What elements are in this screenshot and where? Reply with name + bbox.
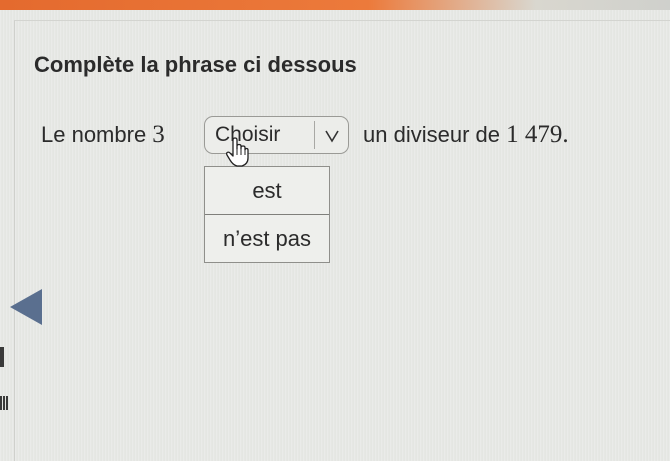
option-nest-pas[interactable]: n’est pas: [205, 214, 329, 262]
sentence-after-number: 1 479.: [506, 121, 569, 148]
sentence-end: un diviseur de 1 479.: [363, 121, 569, 149]
top-banner: [0, 0, 670, 10]
sentence-start: Le nombre 3: [41, 121, 165, 149]
edge-mark: [0, 347, 4, 367]
question-title: Complète la phrase ci dessous: [34, 52, 357, 77]
dropdown-separator: [314, 121, 315, 149]
dropdown-options-list: est n’est pas: [204, 166, 330, 263]
edge-mark: [0, 396, 8, 410]
sentence-number: 3: [152, 121, 165, 148]
sentence-before-text: Le nombre: [41, 122, 153, 147]
chevron-down-icon[interactable]: [320, 120, 344, 150]
question-card: [14, 20, 670, 461]
hand-pointer-icon: [224, 136, 250, 168]
sentence-after-text: un diviseur de: [363, 122, 507, 147]
caret-left-icon[interactable]: [8, 287, 44, 327]
option-est[interactable]: est: [205, 167, 329, 214]
